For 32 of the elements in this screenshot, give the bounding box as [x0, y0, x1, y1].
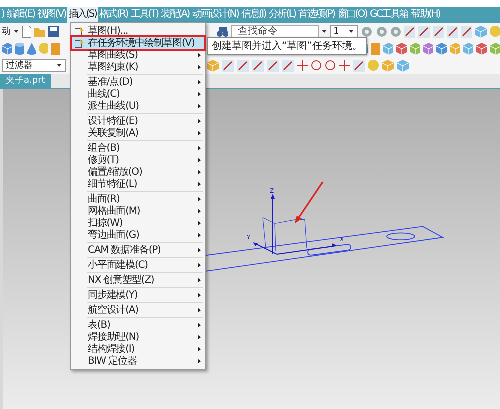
menu-item[interactable]: 扫掠(W): [72, 217, 204, 229]
menu-item[interactable]: 组合(B): [72, 142, 204, 154]
menu-item[interactable]: 航空设计(A): [72, 304, 204, 316]
menu-item[interactable]: NX 创意塑型(Z): [72, 274, 204, 286]
menu-item[interactable]: BIW 定位器: [72, 355, 204, 367]
menu-item[interactable]: 小平面建模(C): [72, 259, 204, 271]
menu-item[interactable]: 表(B): [72, 319, 204, 331]
layer-dropdown[interactable]: 1: [330, 25, 358, 38]
menu-item[interactable]: 网格曲面(M): [72, 205, 204, 217]
search-field[interactable]: 查找命令: [230, 25, 319, 38]
menu-item[interactable]: 草图约束(K): [72, 61, 204, 73]
menu-item[interactable]: 曲线(C): [72, 88, 204, 100]
menu-item[interactable]: CAM 数据准备(P): [72, 244, 204, 256]
start-label[interactable]: 动: [2, 25, 11, 38]
tooltip: 创建草图并进入“草图”任务环境。: [207, 37, 368, 55]
menu-item[interactable]: 焊接助理(N): [72, 331, 204, 343]
menu-item[interactable]: 修剪(T): [72, 154, 204, 166]
menu-item[interactable]: 草图(H)...: [72, 25, 204, 37]
menu-item[interactable]: 曲面(R): [72, 193, 204, 205]
menu-item[interactable]: 基准/点(D): [72, 76, 204, 88]
menu-item[interactable]: 派生曲线(U): [72, 100, 204, 112]
menu-item[interactable]: 关联复制(A): [72, 127, 204, 139]
menu-item[interactable]: 弯边曲面(G): [72, 229, 204, 241]
menu-item[interactable]: 细节特征(L): [72, 178, 204, 190]
menu-item[interactable]: 设计特征(E): [72, 115, 204, 127]
filter-dropdown[interactable]: 过滤器: [2, 59, 66, 72]
menu-item[interactable]: 结构焊接(I): [72, 343, 204, 355]
menu-item[interactable]: 在任务环境中绘制草图(V): [72, 37, 204, 49]
menu-item[interactable]: 偏置/缩放(O): [72, 166, 204, 178]
menu-bar-item[interactable]: 插入(S): [67, 7, 98, 23]
menu-item[interactable]: 草图曲线(S): [72, 49, 204, 61]
menu-item[interactable]: 同步建模(Y): [72, 289, 204, 301]
